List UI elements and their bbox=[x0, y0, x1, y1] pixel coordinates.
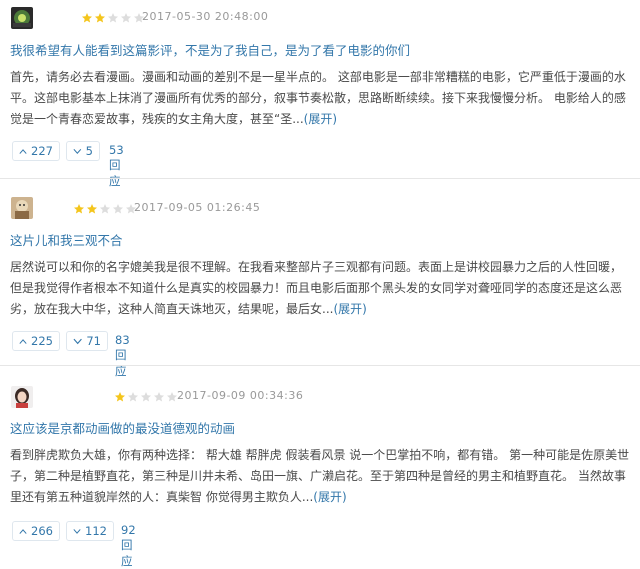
downvote-count: 112 bbox=[85, 524, 107, 538]
upvote-count: 266 bbox=[31, 524, 53, 538]
star-icon bbox=[140, 391, 152, 403]
upvote-button[interactable]: 227 bbox=[12, 141, 60, 161]
upvote-button[interactable]: 266 bbox=[12, 521, 60, 541]
star-icon bbox=[127, 391, 139, 403]
expand-link[interactable]: (展开) bbox=[313, 490, 346, 504]
review-body: 首先，请务必去看漫画。漫画和动画的差别不是一星半点的。 这部电影是一部非常糟糕的… bbox=[10, 67, 632, 130]
review-body: 居然说可以和你的名字媲美我是很不理解。在我看来整部片子三观都有问题。表面上是讲校… bbox=[10, 257, 632, 320]
downvote-count: 5 bbox=[85, 144, 93, 158]
thumb-up-icon bbox=[19, 148, 27, 154]
avatar[interactable] bbox=[11, 386, 33, 408]
review-time: 2017-09-09 00:34:36 bbox=[177, 389, 304, 402]
rating-stars bbox=[81, 12, 146, 24]
review-time: 2017-05-30 20:48:00 bbox=[142, 10, 269, 23]
star-icon bbox=[114, 391, 126, 403]
review-body: 看到胖虎欺负大雄，你有两种选择： 帮大雄 帮胖虎 假装看风景 说一个巴掌拍不响，… bbox=[10, 445, 632, 508]
review-excerpt: 居然说可以和你的名字媲美我是很不理解。在我看来整部片子三观都有问题。表面上是讲校… bbox=[10, 260, 623, 316]
star-icon bbox=[112, 203, 124, 215]
avatar[interactable] bbox=[11, 7, 33, 29]
avatar[interactable] bbox=[11, 197, 33, 219]
star-icon bbox=[81, 12, 93, 24]
thumb-up-icon bbox=[19, 528, 27, 534]
star-icon bbox=[107, 12, 119, 24]
upvote-count: 227 bbox=[31, 144, 53, 158]
review-time: 2017-09-05 01:26:45 bbox=[134, 201, 261, 214]
star-icon bbox=[94, 12, 106, 24]
upvote-button[interactable]: 225 bbox=[12, 331, 60, 351]
review-item: 2017-09-09 00:34:36 这应该是京都动画做的最没道德观的动画 看… bbox=[0, 366, 640, 568]
thumb-down-icon bbox=[73, 528, 81, 534]
downvote-count: 71 bbox=[86, 334, 101, 348]
thumb-up-icon bbox=[19, 338, 27, 344]
expand-link[interactable]: (展开) bbox=[304, 112, 337, 126]
thumb-down-icon bbox=[73, 148, 82, 154]
downvote-button[interactable]: 71 bbox=[66, 331, 108, 351]
star-icon bbox=[120, 12, 132, 24]
star-icon bbox=[86, 203, 98, 215]
rating-stars bbox=[114, 391, 179, 403]
thumb-down-icon bbox=[73, 338, 82, 344]
downvote-button[interactable]: 112 bbox=[66, 521, 114, 541]
review-title[interactable]: 我很希望有人能看到这篇影评，不是为了我自己，是为了看了电影的你们 bbox=[10, 40, 410, 59]
review-title[interactable]: 这应该是京都动画做的最没道德观的动画 bbox=[10, 418, 235, 437]
star-icon bbox=[73, 203, 85, 215]
expand-link[interactable]: (展开) bbox=[333, 302, 366, 316]
star-icon bbox=[153, 391, 165, 403]
reply-link[interactable]: 92回应 bbox=[121, 523, 136, 569]
review-item: 2017-09-05 01:26:45 这片儿和我三观不合 居然说可以和你的名字… bbox=[0, 179, 640, 378]
review-item: 2017-05-30 20:48:00 我很希望有人能看到这篇影评，不是为了我自… bbox=[0, 0, 640, 188]
downvote-button[interactable]: 5 bbox=[66, 141, 100, 161]
rating-stars bbox=[73, 203, 138, 215]
review-title[interactable]: 这片儿和我三观不合 bbox=[10, 230, 123, 249]
upvote-count: 225 bbox=[31, 334, 53, 348]
star-icon bbox=[99, 203, 111, 215]
